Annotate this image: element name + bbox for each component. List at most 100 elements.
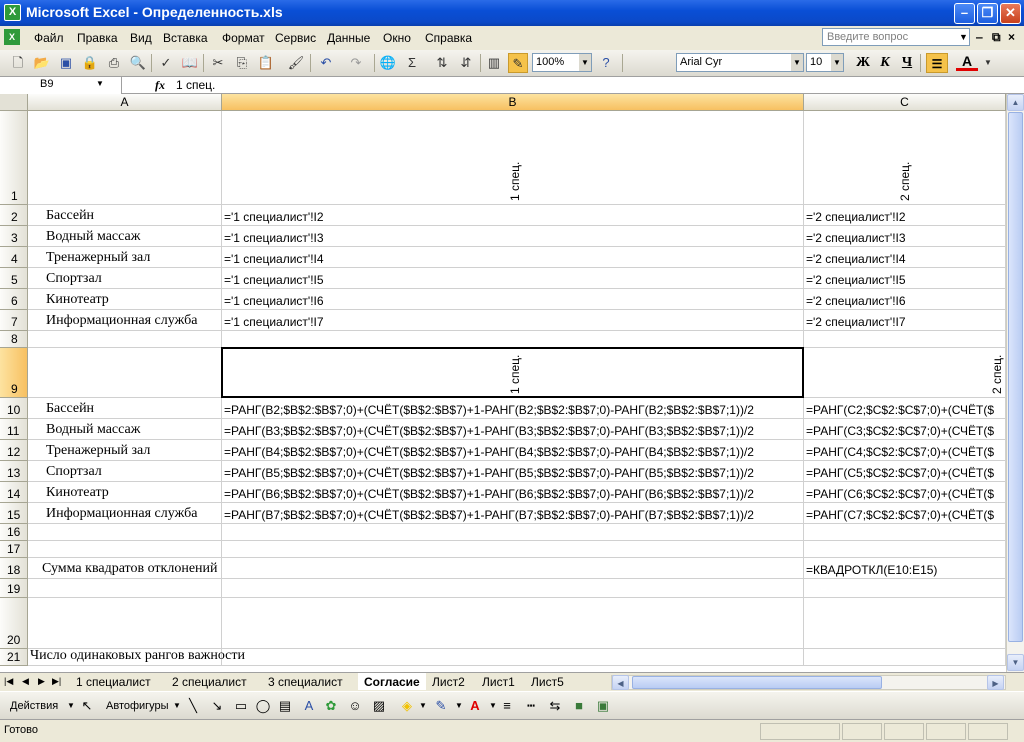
sheet-tab[interactable]: Лист1	[482, 673, 515, 690]
cell-b18[interactable]	[222, 558, 804, 579]
cell-a21[interactable]: Число одинаковых рангов важности	[28, 648, 245, 666]
arrow-icon[interactable]: ↘	[208, 698, 226, 714]
cell-b6[interactable]: ='1 специалист'!I6	[222, 289, 804, 310]
draw-font-color-icon[interactable]: A	[466, 698, 484, 714]
row-header[interactable]: 7	[0, 310, 28, 331]
cell-c21[interactable]	[804, 649, 1006, 666]
clipart-icon[interactable]: ☺	[346, 698, 364, 714]
research-icon[interactable]: 📖	[180, 53, 200, 73]
row-header[interactable]: 14	[0, 482, 28, 503]
autosum-icon[interactable]: Σ	[402, 53, 422, 73]
cell-a7[interactable]: Информационная служба	[28, 310, 222, 331]
textbox-icon[interactable]: ▤	[276, 698, 294, 714]
cell-a11[interactable]: Водный массаж	[28, 419, 222, 440]
sheet-tab[interactable]: Лист2	[432, 673, 465, 690]
cell-b4[interactable]: ='1 специалист'!I4	[222, 247, 804, 268]
bold-button[interactable]: Ж	[852, 53, 874, 73]
cell-c16[interactable]	[804, 524, 1006, 541]
horizontal-scroll-thumb[interactable]	[632, 676, 882, 689]
select-all-corner[interactable]	[0, 94, 28, 111]
row-header[interactable]: 15	[0, 503, 28, 524]
vertical-scroll-thumb[interactable]	[1008, 112, 1023, 642]
column-header-a[interactable]: A	[28, 94, 222, 111]
new-icon[interactable]: 🗋	[8, 53, 28, 73]
cell-a15[interactable]: Информационная служба	[28, 503, 222, 524]
help-icon[interactable]: ?	[596, 53, 616, 73]
help-dropdown-icon[interactable]: ▼	[958, 29, 969, 45]
cell-c5[interactable]: ='2 специалист'!I5	[804, 268, 1006, 289]
help-search-input[interactable]: Введите вопрос	[822, 28, 970, 46]
cell-b17[interactable]	[222, 541, 804, 558]
underline-button[interactable]: Ч	[896, 53, 918, 73]
cell-c11[interactable]: =РАНГ(C3;$C$2:$C$7;0)+(СЧЁТ($	[804, 419, 1006, 440]
row-header[interactable]: 12	[0, 440, 28, 461]
rectangle-icon[interactable]: ▭	[232, 698, 250, 714]
first-sheet-icon[interactable]: |◀	[4, 676, 13, 687]
diagram-icon[interactable]: ✿	[322, 698, 340, 714]
autoshapes-menu[interactable]: Автофигуры	[106, 700, 169, 712]
cell-a6[interactable]: Кинотеатр	[28, 289, 222, 310]
cell-a1[interactable]	[28, 111, 222, 205]
menu-insert[interactable]: Вставка	[163, 31, 208, 45]
row-header[interactable]: 2	[0, 205, 28, 226]
menu-data[interactable]: Данные	[327, 31, 370, 45]
fill-dropdown-icon[interactable]: ▼	[414, 698, 432, 714]
minimize-button[interactable]: –	[954, 3, 975, 24]
scroll-left-icon[interactable]: ◀	[612, 675, 629, 690]
font-dropdown-icon[interactable]: ▼	[791, 54, 803, 71]
cell-b20[interactable]	[222, 598, 804, 649]
row-header[interactable]: 19	[0, 579, 28, 598]
cell-c18[interactable]: =КВАДРОТКЛ(E10:E15)	[804, 558, 1006, 579]
cell-a20[interactable]	[28, 598, 222, 649]
cell-c6[interactable]: ='2 специалист'!I6	[804, 289, 1006, 310]
cell-c3[interactable]: ='2 специалист'!I3	[804, 226, 1006, 247]
menu-window[interactable]: Окно	[383, 31, 411, 45]
line-style-icon[interactable]: ≡	[498, 698, 516, 714]
cell-a4[interactable]: Тренажерный зал	[28, 247, 222, 268]
arrow-style-icon[interactable]: ⇆	[546, 698, 564, 714]
sheet-tab[interactable]: Лист5	[531, 673, 564, 690]
print-preview-icon[interactable]: 🔍	[128, 53, 148, 73]
cell-b8[interactable]	[222, 331, 804, 348]
paste-icon[interactable]: 📋	[256, 53, 276, 73]
cell-a12[interactable]: Тренажерный зал	[28, 440, 222, 461]
column-header-c[interactable]: C	[804, 94, 1006, 111]
sort-ascending-icon[interactable]: ⇅	[432, 53, 452, 73]
cell-a9[interactable]	[28, 348, 222, 398]
line-color-icon[interactable]: ✎	[432, 698, 450, 714]
menu-tools[interactable]: Сервис	[275, 31, 316, 45]
3d-icon[interactable]: ▣	[594, 698, 612, 714]
restore-button[interactable]: ❐	[977, 3, 998, 24]
mdi-close-button[interactable]: ×	[1008, 30, 1015, 44]
excel-icon[interactable]: X	[4, 4, 21, 21]
open-icon[interactable]: 📂	[32, 53, 52, 73]
picture-icon[interactable]: ▨	[370, 698, 388, 714]
cell-b19[interactable]	[222, 579, 804, 598]
cell-c7[interactable]: ='2 специалист'!I7	[804, 310, 1006, 331]
cell-a17[interactable]	[28, 541, 222, 558]
next-sheet-icon[interactable]: ▶	[38, 676, 45, 687]
close-button[interactable]: ✕	[1000, 3, 1021, 24]
cell-c19[interactable]	[804, 579, 1006, 598]
oval-icon[interactable]: ◯	[254, 698, 272, 714]
row-header[interactable]: 16	[0, 524, 28, 541]
cell-c1[interactable]: 2 спец.	[804, 111, 1006, 205]
formula-input[interactable]: 1 спец.	[176, 78, 215, 92]
row-header[interactable]: 20	[0, 598, 28, 649]
cell-a8[interactable]	[28, 331, 222, 348]
menu-format[interactable]: Формат	[222, 31, 265, 45]
row-header[interactable]: 6	[0, 289, 28, 310]
copy-icon[interactable]: ⎘	[232, 53, 252, 73]
shadow-icon[interactable]: ■	[570, 698, 588, 714]
undo-icon[interactable]: ↶	[316, 53, 336, 73]
cell-a10[interactable]: Бассейн	[28, 398, 222, 419]
cell-b16[interactable]	[222, 524, 804, 541]
cell-b5[interactable]: ='1 специалист'!I5	[222, 268, 804, 289]
cell-b10[interactable]: =РАНГ(B2;$B$2:$B$7;0)+(СЧЁТ($B$2:$B$7)+1…	[222, 398, 804, 419]
hyperlink-icon[interactable]: 🌐	[378, 53, 398, 73]
align-left-icon[interactable]: ☰	[926, 53, 948, 73]
sheet-tab[interactable]: 3 специалист	[268, 673, 343, 690]
scroll-up-icon[interactable]: ▲	[1007, 94, 1024, 111]
prev-sheet-icon[interactable]: ◀	[22, 676, 29, 687]
cell-b11[interactable]: =РАНГ(B3;$B$2:$B$7;0)+(СЧЁТ($B$2:$B$7)+1…	[222, 419, 804, 440]
